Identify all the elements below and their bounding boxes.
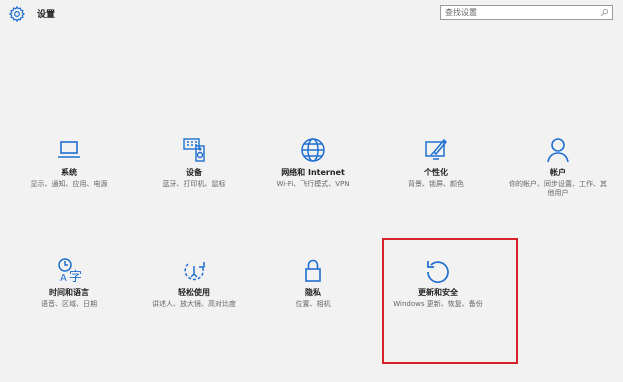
highlight-box: [382, 238, 518, 364]
tile-name: 帐户: [550, 168, 566, 177]
laptop-icon: [58, 141, 80, 158]
lock-icon: [305, 259, 321, 282]
tile-name: 设备: [186, 168, 202, 177]
tile-name: 个性化: [424, 168, 448, 177]
search-icon[interactable]: [600, 8, 609, 17]
tile-time-language[interactable]: 字 A 时间和语言 语音、区域、日期: [14, 256, 124, 309]
tile-name: 网络和 Internet: [281, 168, 345, 177]
tile-name: 轻松使用: [178, 288, 210, 297]
ease-of-access-icon: [184, 262, 205, 281]
gear-icon: [8, 5, 26, 23]
tile-desc: 位置、相机: [295, 300, 331, 308]
tile-devices[interactable]: 设备 蓝牙、打印机、鼠标: [139, 136, 249, 189]
title-bar: 设置: [0, 0, 623, 28]
search-box[interactable]: [440, 5, 613, 20]
tile-network[interactable]: 网络和 Internet Wi-Fi、飞行模式、VPN: [258, 136, 368, 189]
tile-personalization[interactable]: 个性化 背景、锁屏、颜色: [381, 136, 491, 189]
tile-desc: Wi-Fi、飞行模式、VPN: [276, 180, 350, 188]
person-icon: [547, 138, 569, 163]
tile-name: 时间和语言: [49, 288, 89, 297]
paint-icon: [425, 138, 448, 160]
time-language-icon: 字 A: [58, 258, 82, 284]
tile-desc: 讲述人、放大镜、高对比度: [152, 300, 236, 308]
tile-privacy[interactable]: 隐私 位置、相机: [258, 256, 368, 309]
tile-desc: 你的帐户、同步设置、工作、其他用户: [509, 180, 607, 197]
tile-desc: 背景、锁屏、颜色: [408, 180, 464, 188]
tile-accounts[interactable]: 帐户 你的帐户、同步设置、工作、其他用户: [503, 136, 613, 198]
tile-desc: 蓝牙、打印机、鼠标: [162, 180, 226, 188]
page-title: 设置: [37, 10, 56, 20]
tile-name: 隐私: [305, 288, 321, 297]
globe-icon: [301, 138, 325, 162]
tile-name: 系统: [61, 168, 77, 177]
tile-desc: 语音、区域、日期: [41, 300, 97, 308]
search-input[interactable]: [445, 6, 595, 19]
tile-desc: 显示、通知、应用、电源: [30, 180, 108, 188]
devices-icon: [183, 138, 205, 162]
svg-text:字: 字: [69, 270, 82, 284]
tile-system[interactable]: 系统 显示、通知、应用、电源: [14, 136, 124, 189]
svg-text:A: A: [60, 273, 67, 284]
tile-ease-of-access[interactable]: 轻松使用 讲述人、放大镜、高对比度: [139, 256, 249, 309]
